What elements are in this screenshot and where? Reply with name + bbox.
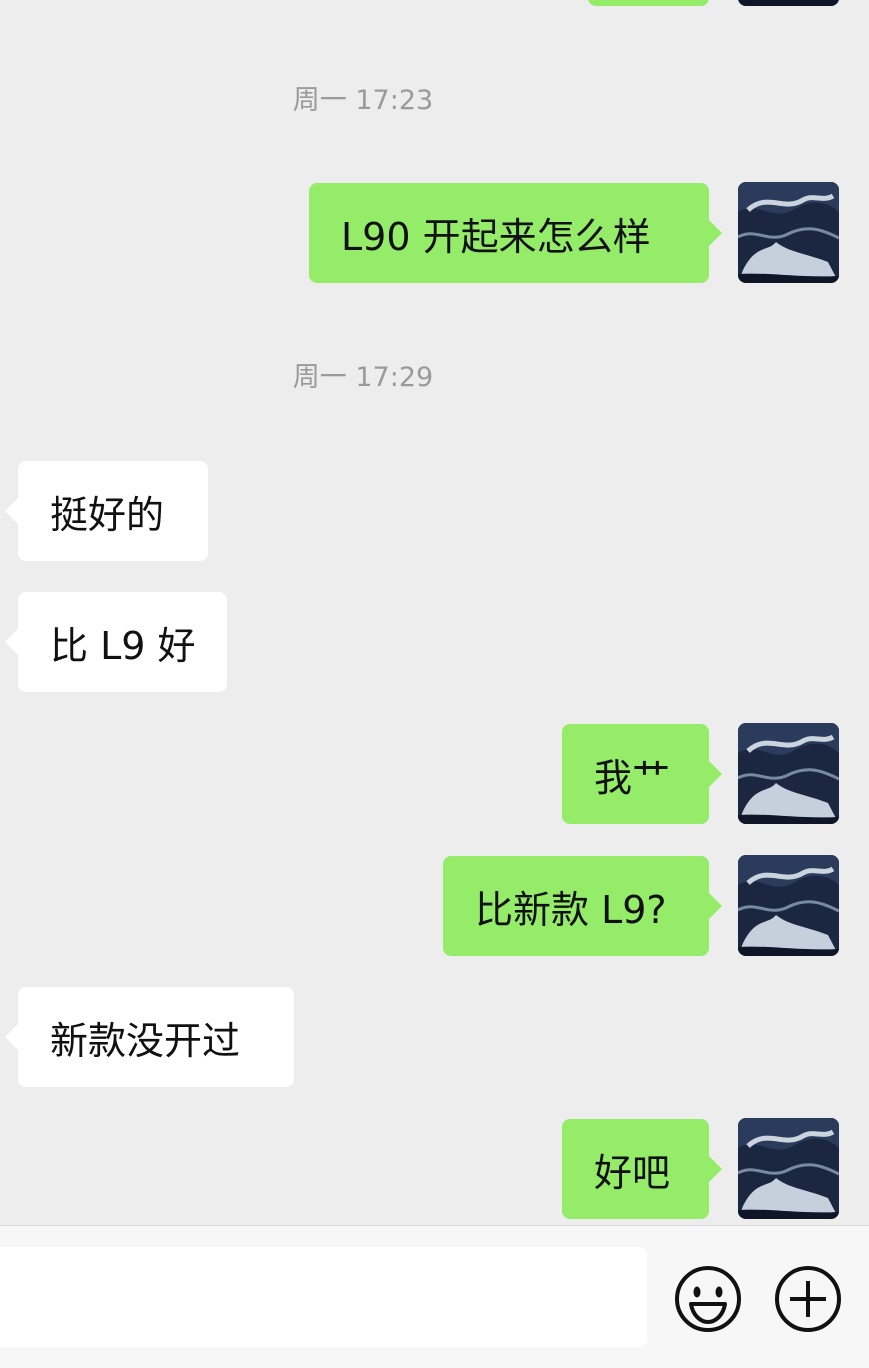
message-bubble-incoming[interactable]: 比 L9 好	[5, 592, 227, 692]
message-bubble-outgoing-partial[interactable]	[588, 0, 709, 6]
message-text: 新款没开过	[50, 1018, 241, 1063]
message-text: 比新款 L9?	[475, 887, 667, 932]
message-bubble-outgoing[interactable]: 比新款 L9?	[443, 856, 722, 956]
user-avatar[interactable]	[738, 182, 839, 283]
user-avatar[interactable]	[738, 723, 839, 824]
chat-message-list[interactable]: 周一 17:23 周一 17:29 L90 开起来怎么样 挺好的 比 L9 好 …	[0, 0, 869, 1225]
message-timestamp: 周一 17:29	[292, 362, 434, 393]
plus-icon[interactable]	[773, 1264, 843, 1334]
user-avatar[interactable]	[738, 855, 839, 956]
message-text: 好吧	[594, 1150, 671, 1195]
message-bubble-incoming[interactable]: 挺好的	[5, 461, 208, 561]
message-bubble-outgoing[interactable]: 好吧	[562, 1119, 722, 1219]
message-input[interactable]	[0, 1247, 647, 1347]
chat-input-bar	[0, 1225, 869, 1368]
message-text: L90 开起来怎么样	[341, 214, 651, 259]
message-bubble-incoming[interactable]: 新款没开过	[5, 987, 294, 1087]
user-avatar[interactable]	[738, 1118, 839, 1219]
user-avatar[interactable]	[738, 0, 839, 6]
message-bubble-outgoing[interactable]: L90 开起来怎么样	[309, 183, 722, 283]
message-text: 挺好的	[50, 492, 165, 537]
message-text: 比 L9 好	[50, 623, 196, 668]
emoji-icon[interactable]	[673, 1264, 743, 1334]
message-bubble-outgoing[interactable]: 我艹	[562, 724, 722, 824]
message-text: 我艹	[594, 755, 671, 800]
message-timestamp: 周一 17:23	[292, 85, 434, 116]
